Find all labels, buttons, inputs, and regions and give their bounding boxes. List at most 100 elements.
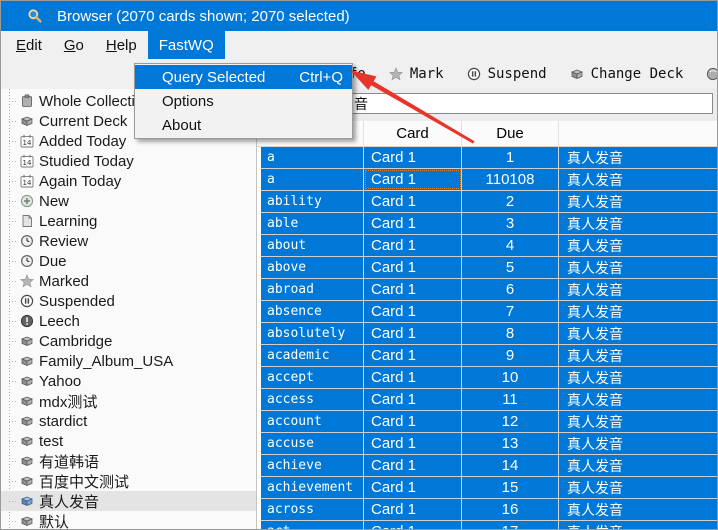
cell-due[interactable]: 9 xyxy=(462,345,559,366)
cell-sort-field[interactable]: access xyxy=(261,389,364,410)
cell-due[interactable]: 16 xyxy=(462,499,559,520)
cell-card[interactable]: Card 1 xyxy=(364,345,462,366)
toolbar-button-icon-4[interactable] xyxy=(706,67,717,81)
sidebar-item-cambridge[interactable]: Cambridge xyxy=(1,331,256,351)
toolbar-button-suspend[interactable]: Suspend xyxy=(467,66,547,82)
cell-deck[interactable]: 真人发音 xyxy=(559,257,717,278)
cell-sort-field[interactable]: about xyxy=(261,235,364,256)
cell-card[interactable]: Card 1 xyxy=(364,169,462,190)
cell-card[interactable]: Card 1 xyxy=(364,455,462,476)
cell-card[interactable]: Card 1 xyxy=(364,521,462,529)
cell-deck[interactable]: 真人发音 xyxy=(559,367,717,388)
table-row[interactable]: aCard 1110108真人发音 xyxy=(261,169,717,191)
table-row[interactable]: abroadCard 16真人发音 xyxy=(261,279,717,301)
sidebar-item-leech[interactable]: Leech xyxy=(1,311,256,331)
cell-sort-field[interactable]: above xyxy=(261,257,364,278)
cell-due[interactable]: 1 xyxy=(462,147,559,168)
menubar-item-help[interactable]: Help xyxy=(95,31,148,59)
cell-card[interactable]: Card 1 xyxy=(364,279,462,300)
menu-item-query-selected[interactable]: Query SelectedCtrl+Q xyxy=(135,65,352,89)
sidebar-item-20[interactable]: 真人发音 xyxy=(1,491,256,511)
cell-deck[interactable]: 真人发音 xyxy=(559,301,717,322)
menubar-item-fastwq[interactable]: FastWQ xyxy=(148,31,225,59)
cell-due[interactable]: 12 xyxy=(462,411,559,432)
cell-deck[interactable]: 真人发音 xyxy=(559,345,717,366)
sidebar-item-19[interactable]: 百度中文测试 xyxy=(1,471,256,491)
cell-sort-field[interactable]: able xyxy=(261,213,364,234)
sidebar-item-mdx[interactable]: mdx测试 xyxy=(1,391,256,411)
cell-due[interactable]: 5 xyxy=(462,257,559,278)
cell-deck[interactable]: 真人发音 xyxy=(559,521,717,529)
cell-due[interactable]: 3 xyxy=(462,213,559,234)
cell-sort-field[interactable]: absence xyxy=(261,301,364,322)
cell-due[interactable]: 17 xyxy=(462,521,559,529)
cell-sort-field[interactable]: a xyxy=(261,147,364,168)
sidebar-item-due[interactable]: Due xyxy=(1,251,256,271)
cell-deck[interactable]: 真人发音 xyxy=(559,279,717,300)
cell-deck[interactable]: 真人发音 xyxy=(559,477,717,498)
cell-sort-field[interactable]: ability xyxy=(261,191,364,212)
cell-due[interactable]: 8 xyxy=(462,323,559,344)
column-header-card[interactable]: Card xyxy=(364,121,462,146)
cell-deck[interactable]: 真人发音 xyxy=(559,433,717,454)
cell-due[interactable]: 14 xyxy=(462,455,559,476)
cell-card[interactable]: Card 1 xyxy=(364,433,462,454)
cell-due[interactable]: 10 xyxy=(462,367,559,388)
cell-sort-field[interactable]: academic xyxy=(261,345,364,366)
table-row[interactable]: absolutelyCard 18真人发音 xyxy=(261,323,717,345)
cell-card[interactable]: Card 1 xyxy=(364,389,462,410)
cell-sort-field[interactable]: achieve xyxy=(261,455,364,476)
cell-deck[interactable]: 真人发音 xyxy=(559,147,717,168)
sidebar-item-studied-today[interactable]: 14Studied Today xyxy=(1,151,256,171)
cell-deck[interactable]: 真人发音 xyxy=(559,499,717,520)
table-row[interactable]: actCard 117真人发音 xyxy=(261,521,717,529)
cell-card[interactable]: Card 1 xyxy=(364,499,462,520)
cell-due[interactable]: 110108 xyxy=(462,169,559,190)
column-header-due[interactable]: Due xyxy=(462,121,559,146)
cell-sort-field[interactable]: a xyxy=(261,169,364,190)
cell-card[interactable]: Card 1 xyxy=(364,301,462,322)
cell-deck[interactable]: 真人发音 xyxy=(559,191,717,212)
table-row[interactable]: absenceCard 17真人发音 xyxy=(261,301,717,323)
cell-sort-field[interactable]: across xyxy=(261,499,364,520)
cell-sort-field[interactable]: act xyxy=(261,521,364,529)
cell-due[interactable]: 2 xyxy=(462,191,559,212)
cell-due[interactable]: 7 xyxy=(462,301,559,322)
cell-sort-field[interactable]: account xyxy=(261,411,364,432)
table-row[interactable]: aCard 11真人发音 xyxy=(261,147,717,169)
cell-due[interactable]: 6 xyxy=(462,279,559,300)
menu-item-about[interactable]: About xyxy=(135,113,352,137)
toolbar-button-mark[interactable]: Mark xyxy=(389,66,444,82)
cell-sort-field[interactable]: accuse xyxy=(261,433,364,454)
cell-card[interactable]: Card 1 xyxy=(364,323,462,344)
table-row[interactable]: accessCard 111真人发音 xyxy=(261,389,717,411)
table-row[interactable]: accuseCard 113真人发音 xyxy=(261,433,717,455)
cell-sort-field[interactable]: accept xyxy=(261,367,364,388)
cell-card[interactable]: Card 1 xyxy=(364,191,462,212)
menubar-item-edit[interactable]: Edit xyxy=(5,31,53,59)
cell-card[interactable]: Card 1 xyxy=(364,213,462,234)
cell-sort-field[interactable]: absolutely xyxy=(261,323,364,344)
cell-deck[interactable]: 真人发音 xyxy=(559,169,717,190)
table-row[interactable]: abilityCard 12真人发音 xyxy=(261,191,717,213)
sidebar-item-yahoo[interactable]: Yahoo xyxy=(1,371,256,391)
cell-due[interactable]: 4 xyxy=(462,235,559,256)
column-header-deck[interactable] xyxy=(559,121,717,146)
sidebar-item-review[interactable]: Review xyxy=(1,231,256,251)
sidebar-item-marked[interactable]: Marked xyxy=(1,271,256,291)
cell-due[interactable]: 11 xyxy=(462,389,559,410)
cell-card[interactable]: Card 1 xyxy=(364,235,462,256)
cell-card[interactable]: Card 1 xyxy=(364,367,462,388)
cell-deck[interactable]: 真人发音 xyxy=(559,213,717,234)
menubar-item-go[interactable]: Go xyxy=(53,31,95,59)
table-row[interactable]: achievementCard 115真人发音 xyxy=(261,477,717,499)
cell-deck[interactable]: 真人发音 xyxy=(559,389,717,410)
cell-card[interactable]: Card 1 xyxy=(364,411,462,432)
sidebar-item-new[interactable]: New xyxy=(1,191,256,211)
table-row[interactable]: achieveCard 114真人发音 xyxy=(261,455,717,477)
sidebar-item-family-album-usa[interactable]: Family_Album_USA xyxy=(1,351,256,371)
table-row[interactable]: aboutCard 14真人发音 xyxy=(261,235,717,257)
cell-due[interactable]: 13 xyxy=(462,433,559,454)
table-row[interactable]: acceptCard 110真人发音 xyxy=(261,367,717,389)
cell-deck[interactable]: 真人发音 xyxy=(559,411,717,432)
